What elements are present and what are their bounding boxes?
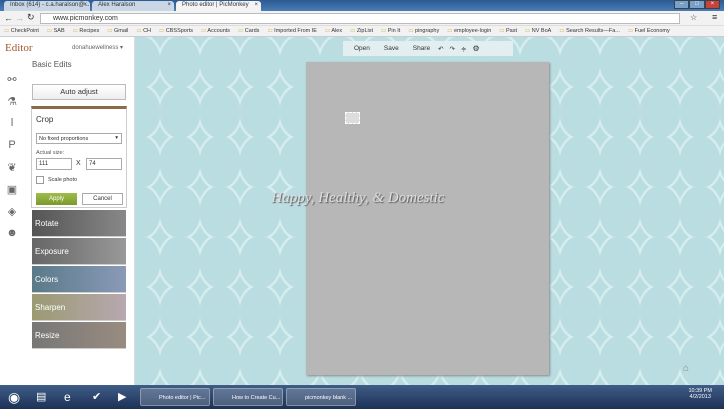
bookmark[interactable]: Gmail: [107, 26, 128, 36]
tab-label: Alex Haralson: [98, 2, 136, 8]
bookmark[interactable]: Search Results—Fa...: [559, 26, 620, 36]
app-logo[interactable]: Editor: [5, 42, 33, 54]
window-controls: – □ ×: [674, 0, 720, 9]
user-menu[interactable]: donahuewellness ▾: [72, 44, 123, 51]
bookmark[interactable]: Fuel Economy: [628, 26, 670, 36]
maximize-button[interactable]: □: [689, 0, 705, 9]
scale-photo-checkbox[interactable]: [36, 176, 44, 184]
gear-icon[interactable]: ⚙: [472, 44, 479, 53]
select-value: No fixed proportions: [39, 136, 89, 142]
by-label: X: [76, 160, 81, 167]
tool-exposure[interactable]: Exposure: [32, 238, 126, 265]
layers-icon[interactable]: ≑: [461, 45, 466, 53]
overlays-icon[interactable]: ❦: [0, 161, 24, 183]
bookmark[interactable]: Pin It: [381, 26, 401, 36]
tab-alex[interactable]: Alex Haralson ×: [92, 1, 174, 11]
check-icon[interactable]: ✔: [88, 388, 101, 406]
bookmark[interactable]: Accounts: [201, 26, 230, 36]
minimize-button[interactable]: –: [674, 0, 690, 9]
address-bar: ← → ↻ www.picmonkey.com ☆ ≡: [0, 11, 724, 26]
bookmark[interactable]: CBSSports: [159, 26, 193, 36]
browser-tab-bar: Inbox (614) - c.a.haralson@... × Alex Har…: [0, 0, 724, 11]
back-icon[interactable]: ←: [4, 13, 13, 23]
width-input[interactable]: 111: [36, 158, 72, 170]
undo-icon[interactable]: ↶: [438, 45, 443, 53]
tool-colors[interactable]: Colors: [32, 266, 126, 293]
bookmark[interactable]: Alex: [325, 26, 342, 36]
frames-icon[interactable]: ▣: [0, 183, 24, 205]
bookmark[interactable]: ZipList: [350, 26, 373, 36]
crop-selection[interactable]: [345, 112, 360, 124]
editor-toolbar: Open Save Share ↶ ↷ ≑ ⚙: [343, 41, 513, 56]
crop-panel: Crop No fixed proportions ▾ Actual size: …: [31, 106, 127, 208]
windows-taskbar: ◉ ▤ e ✔ ▶ Photo editor | Pic... How to C…: [0, 385, 724, 409]
close-icon[interactable]: ×: [83, 2, 87, 8]
themes-pumpkin-icon[interactable]: ☻: [0, 227, 24, 249]
star-icon[interactable]: ☆: [690, 13, 697, 22]
close-window-button[interactable]: ×: [704, 0, 720, 9]
reload-icon[interactable]: ↻: [27, 12, 35, 23]
tool-icon-column: ⚯ ⚗ ǀ P ❦ ▣ ◈ ☻: [0, 73, 24, 249]
start-button[interactable]: ◉: [4, 388, 20, 406]
bookmark[interactable]: NV BoA: [525, 26, 552, 36]
close-icon[interactable]: ×: [254, 2, 258, 8]
textures-icon[interactable]: ◈: [0, 205, 24, 227]
feedback-icon[interactable]: ⌂: [683, 363, 689, 374]
scale-photo-label: Scale photo: [48, 177, 78, 183]
bookmark[interactable]: Past: [499, 26, 517, 36]
tool-rotate[interactable]: Rotate: [32, 210, 126, 237]
photo-canvas[interactable]: [306, 62, 549, 375]
redo-icon[interactable]: ↷: [450, 45, 455, 53]
height-input[interactable]: 74: [86, 158, 122, 170]
forward-icon[interactable]: →: [15, 13, 24, 23]
text-icon[interactable]: P: [0, 139, 24, 161]
crop-title: Crop: [36, 115, 54, 124]
watermark-text: Happy, Healthy, & Domestic: [271, 190, 445, 206]
section-title: Basic Edits: [32, 60, 72, 69]
tool-sharpen[interactable]: Sharpen: [32, 294, 126, 321]
tab-photo-editor[interactable]: Photo editor | PicMonkey ×: [176, 1, 261, 11]
cancel-button[interactable]: Cancel: [82, 193, 123, 205]
open-button[interactable]: Open: [354, 45, 370, 52]
taskbar-item-paint[interactable]: picmonkey blank ...: [286, 388, 356, 406]
close-icon[interactable]: ×: [167, 2, 171, 8]
clock[interactable]: 10:39 PM 4/2/2013: [688, 388, 712, 400]
bookmark[interactable]: CheckPoint: [4, 26, 39, 36]
url-input[interactable]: www.picmonkey.com: [40, 13, 680, 24]
effects-flask-icon[interactable]: ⚗: [0, 95, 24, 117]
proportions-select[interactable]: No fixed proportions ▾: [36, 133, 122, 144]
basic-edits-icon[interactable]: ⚯: [0, 73, 24, 95]
apply-button[interactable]: Apply: [36, 193, 77, 205]
bookmark[interactable]: CH: [136, 26, 151, 36]
clock-date: 4/2/2013: [689, 394, 711, 400]
tab-inbox[interactable]: Inbox (614) - c.a.haralson@... ×: [4, 1, 90, 11]
taskbar-item-chrome[interactable]: Photo editor | Pic...: [140, 388, 210, 406]
bookmark[interactable]: Cards: [238, 26, 260, 36]
bookmark[interactable]: employee-login: [447, 26, 491, 36]
media-icon[interactable]: ▶: [114, 388, 126, 406]
tab-label: Inbox (614) - c.a.haralson@...: [10, 2, 90, 8]
bookmark[interactable]: Imported From IE: [267, 26, 317, 36]
ie-icon[interactable]: e: [60, 388, 71, 406]
tab-label: Photo editor | PicMonkey: [182, 2, 249, 8]
size-label: Actual size:: [36, 150, 65, 156]
save-button[interactable]: Save: [384, 45, 399, 52]
share-button[interactable]: Share: [413, 45, 430, 52]
bookmark[interactable]: SAB: [47, 26, 65, 36]
tool-resize[interactable]: Resize: [32, 322, 126, 349]
bookmark[interactable]: Recipes: [73, 26, 99, 36]
explorer-icon[interactable]: ▤: [32, 388, 46, 406]
taskbar-item-word[interactable]: How to Create Cu...: [213, 388, 283, 406]
dropdown-arrow-icon: ▾: [115, 135, 118, 141]
bookmark[interactable]: pingraphy: [408, 26, 439, 36]
menu-icon[interactable]: ≡: [712, 12, 717, 22]
auto-adjust-button[interactable]: Auto adjust: [32, 84, 126, 100]
bookmarks-bar: CheckPoint SAB Recipes Gmail CH CBSSport…: [0, 26, 724, 37]
touch-up-icon[interactable]: ǀ: [0, 117, 24, 139]
